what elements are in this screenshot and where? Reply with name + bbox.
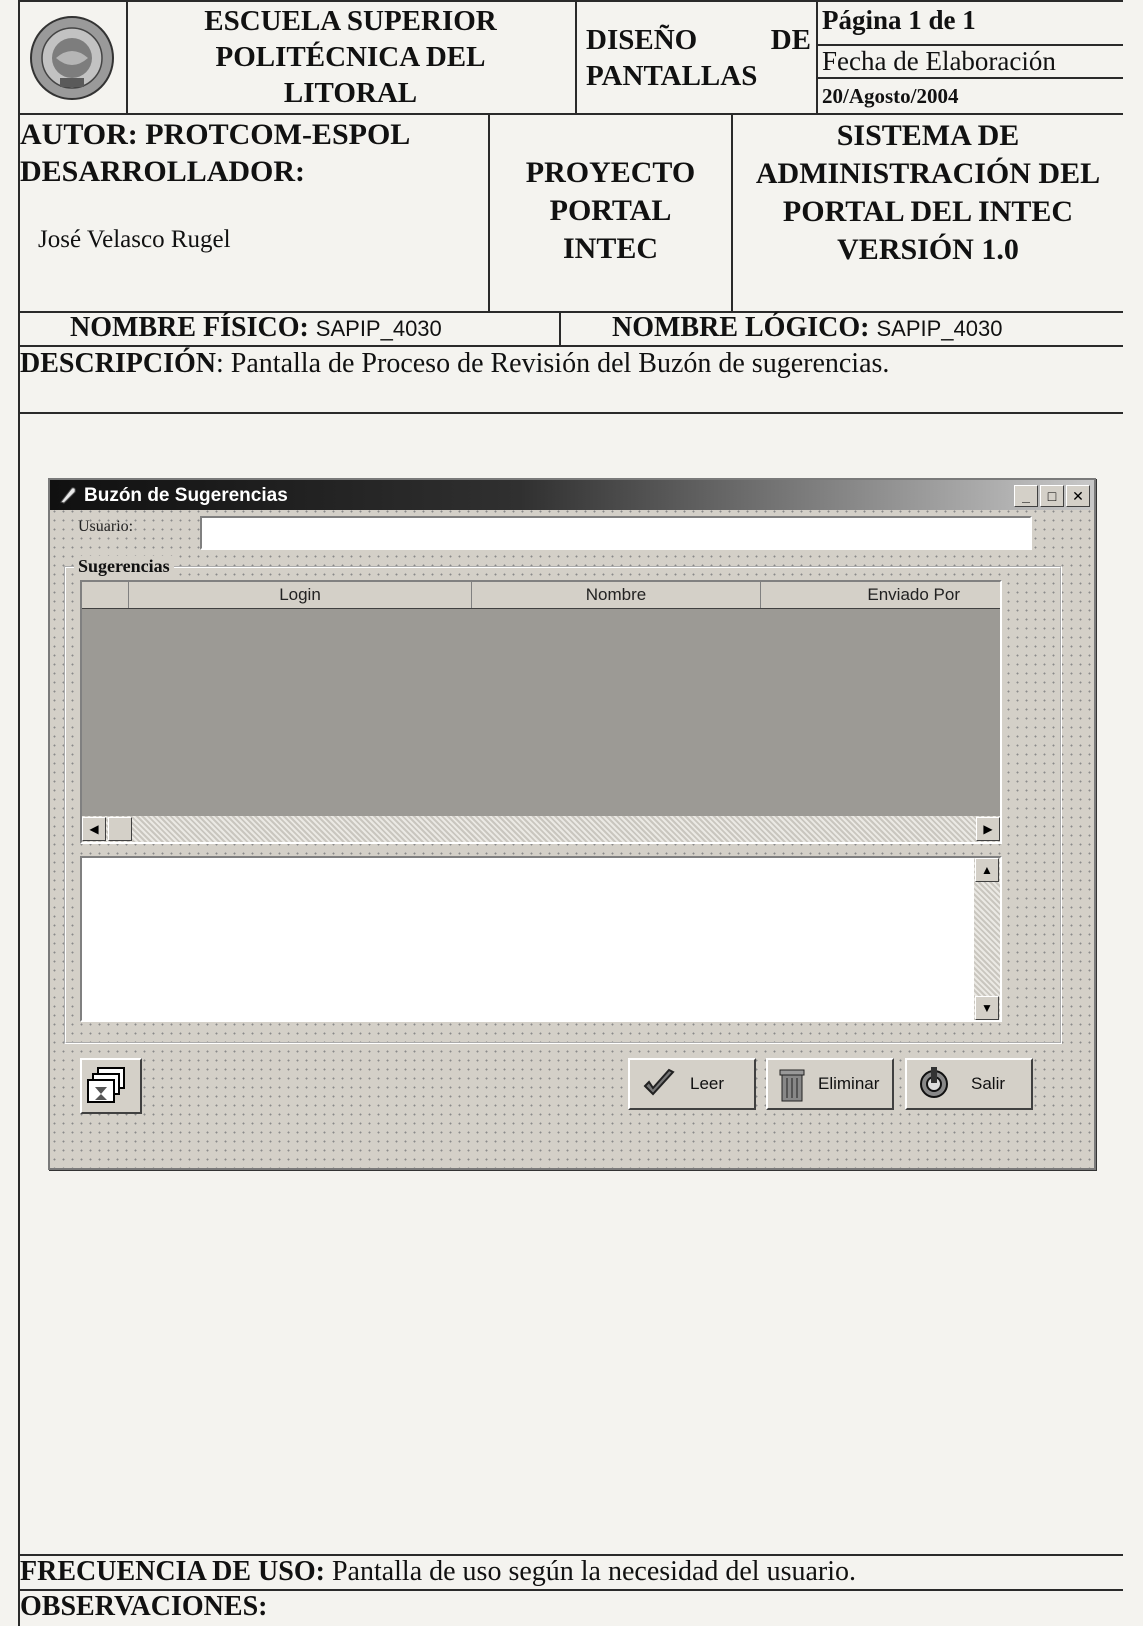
developer-name: José Velasco Rugel: [38, 226, 231, 253]
minimize-button[interactable]: _: [1014, 485, 1038, 507]
rule: [18, 0, 1123, 2]
author: AUTOR: PROTCOM-ESPOL: [20, 118, 411, 151]
physical-name: NOMBRE FÍSICO: SAPIP_4030: [70, 312, 442, 344]
usuario-label: Usuario:: [78, 518, 134, 535]
eliminar-button[interactable]: Eliminar: [766, 1058, 894, 1110]
doc-type-word: DISEÑO: [586, 24, 698, 56]
window-title: Buzón de Sugerencias: [84, 485, 288, 506]
espol-seal-logo: [28, 14, 116, 102]
grid-horizontal-scrollbar[interactable]: ◀ ▶: [82, 816, 1000, 842]
leer-button[interactable]: Leer: [628, 1058, 756, 1110]
salir-button-label: Salir: [971, 1074, 1006, 1093]
rule: [818, 77, 1123, 79]
trash-can-icon: [779, 1069, 805, 1102]
institution-name: ESCUELA SUPERIOR POLITÉCNICA DEL LITORAL: [126, 3, 575, 111]
logical-name-label: NOMBRE LÓGICO:: [612, 312, 870, 343]
checkmark-icon: [643, 1068, 675, 1096]
rule: [18, 412, 1123, 414]
cascade-windows-icon: [87, 1067, 125, 1103]
doc-type-word: DE: [770, 24, 811, 56]
system-line: SISTEMA DE: [836, 119, 1020, 152]
logical-name-value: SAPIP_4030: [876, 316, 1003, 341]
date-value: 20/Agosto/2004: [822, 84, 959, 108]
rule: [18, 113, 1123, 115]
system-line: PORTAL DEL INTEC: [782, 195, 1074, 228]
project-name: PROYECTO PORTAL INTEC: [490, 154, 731, 268]
frequency-label: FRECUENCIA DE USO:: [20, 1556, 325, 1587]
description-value: : Pantalla de Proceso de Revisión del Bu…: [216, 348, 890, 379]
system-name: SISTEMA DE ADMINISTRACIÓN DEL PORTAL DEL…: [733, 117, 1123, 269]
salir-button[interactable]: Salir: [905, 1058, 1033, 1110]
physical-name-label: NOMBRE FÍSICO:: [70, 312, 309, 343]
usuario-input[interactable]: [200, 516, 1032, 550]
doc-type-line-1: DISEÑO DE: [586, 22, 811, 58]
observations-label: OBSERVACIONES:: [20, 1591, 268, 1622]
column-header-login[interactable]: Login: [129, 582, 472, 608]
physical-name-value: SAPIP_4030: [315, 316, 442, 341]
message-vertical-scrollbar[interactable]: ▲ ▼: [974, 858, 1000, 1020]
description: DESCRIPCIÓN: Pantalla de Proceso de Revi…: [20, 348, 889, 380]
description-label: DESCRIPCIÓN: [20, 348, 217, 379]
scroll-down-arrow-icon[interactable]: ▼: [975, 996, 999, 1020]
leer-button-label: Leer: [690, 1074, 725, 1093]
suggestion-message-area[interactable]: ▲ ▼: [80, 856, 1002, 1022]
logical-name: NOMBRE LÓGICO: SAPIP_4030: [612, 312, 1002, 344]
rule: [559, 311, 561, 345]
document-type: DISEÑO DE PANTALLAS: [586, 22, 811, 94]
close-button[interactable]: ✕: [1066, 485, 1090, 507]
system-line: ADMINISTRACIÓN DEL: [755, 157, 1101, 190]
window-titlebar[interactable]: Buzón de Sugerencias _ □ ✕: [50, 480, 1094, 510]
date-label: Fecha de Elaboración: [822, 46, 1056, 76]
grid-row-indicator-header: [82, 582, 129, 608]
system-line: VERSIÓN 1.0: [837, 233, 1019, 266]
maximize-button[interactable]: □: [1040, 485, 1064, 507]
power-icon: [920, 1067, 948, 1098]
windows-cascade-button[interactable]: [80, 1058, 142, 1114]
rule: [18, 345, 1123, 347]
doc-type-line-2: PANTALLAS: [586, 60, 758, 92]
column-header-enviado-por[interactable]: Enviado Por: [761, 582, 1000, 608]
buzon-window: Buzón de Sugerencias _ □ ✕ Usuario: Suge…: [48, 478, 1096, 1170]
project-line: PORTAL: [549, 194, 672, 227]
column-header-nombre[interactable]: Nombre: [472, 582, 761, 608]
rule: [18, 0, 20, 1626]
frequency-value: Pantalla de uso según la necesidad del u…: [324, 1556, 857, 1587]
frequency-of-use: FRECUENCIA DE USO: Pantalla de uso según…: [20, 1556, 856, 1588]
institution-line: LITORAL: [283, 77, 418, 109]
project-line: INTEC: [562, 232, 659, 265]
scroll-right-arrow-icon[interactable]: ▶: [976, 817, 1000, 841]
project-line: PROYECTO: [525, 156, 696, 189]
grid-header: Login Nombre Enviado Por: [82, 582, 1000, 609]
eliminar-button-label: Eliminar: [818, 1074, 880, 1093]
suggestions-grid[interactable]: Login Nombre Enviado Por ◀ ▶: [80, 580, 1002, 844]
institution-line: ESCUELA SUPERIOR: [204, 5, 497, 37]
scroll-up-arrow-icon[interactable]: ▲: [975, 858, 999, 882]
scroll-thumb[interactable]: [108, 817, 132, 841]
sugerencias-group-label: Sugerencias: [74, 556, 174, 577]
rule: [816, 0, 818, 113]
institution-line: POLITÉCNICA DEL: [215, 41, 486, 73]
developer-label: DESARROLLADOR:: [20, 155, 306, 188]
window-app-icon: [58, 485, 78, 510]
rule: [575, 0, 577, 113]
scroll-left-arrow-icon[interactable]: ◀: [82, 817, 106, 841]
page-number: Página 1 de 1: [822, 5, 976, 35]
